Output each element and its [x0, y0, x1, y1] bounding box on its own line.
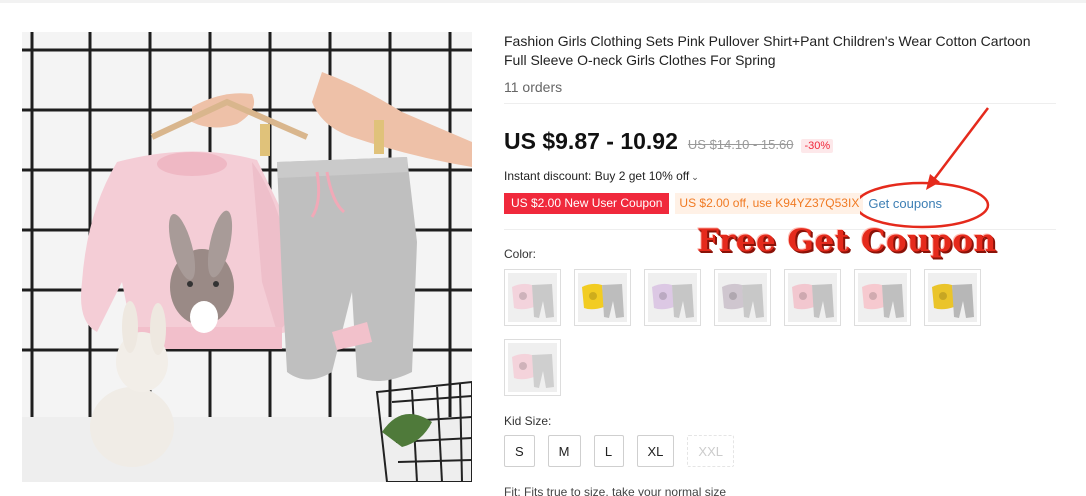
size-options: S M L XL XXL — [504, 435, 747, 467]
product-title: Fashion Girls Clothing Sets Pink Pullove… — [504, 33, 1031, 68]
price-row: US $9.87 - 10.92 US $14.10 - 15.60 -30% — [504, 128, 834, 155]
annotation-arrow-and-circle — [860, 107, 990, 229]
color-swatch-thumbnail — [648, 273, 697, 322]
size-option-xl[interactable]: XL — [636, 435, 675, 467]
orders-count: 11 orders — [504, 79, 563, 95]
color-swatch-thumbnail — [578, 273, 627, 322]
color-swatch-gray[interactable] — [714, 269, 771, 326]
divider — [504, 103, 1056, 104]
color-swatch-yellow-bear[interactable] — [924, 269, 981, 326]
arrow-head — [926, 174, 940, 190]
chevron-down-icon: ⌄ — [691, 172, 699, 182]
free-get-coupon-annotation: Free Get Coupon — [697, 223, 997, 259]
size-option-m[interactable]: M — [547, 435, 581, 467]
color-swatch-pink-rabbit-2[interactable] — [504, 339, 561, 396]
color-swatch-purple-rabbit[interactable] — [644, 269, 701, 326]
instant-discount-text: Instant discount: Buy 2 get 10% off — [504, 169, 690, 183]
color-label: Color: — [504, 247, 537, 261]
color-swatch-thumbnail — [928, 273, 977, 322]
current-price: US $9.87 - 10.92 — [504, 128, 678, 154]
new-user-coupon[interactable]: US $2.00 New User Coupon — [504, 193, 670, 214]
product-info-panel: Fashion Girls Clothing Sets Pink Pullove… — [504, 32, 1064, 496]
top-divider — [0, 0, 1086, 3]
color-swatch-pink-bear[interactable] — [854, 269, 911, 326]
color-swatch-thumbnail — [508, 273, 557, 322]
instant-discount[interactable]: Instant discount: Buy 2 get 10% off ⌄ — [504, 169, 699, 183]
color-swatch-thumbnail — [718, 273, 767, 322]
size-option-xxl: XXL — [687, 435, 734, 467]
color-swatch-pink-rabbit[interactable] — [504, 269, 561, 326]
product-main-image[interactable] — [22, 32, 472, 482]
size-label: Kid Size: — [504, 414, 552, 428]
color-swatch-yellow-cat[interactable] — [574, 269, 631, 326]
color-swatch-thumbnail — [508, 343, 557, 392]
color-swatch-thumbnail — [858, 273, 907, 322]
arrow-line — [931, 107, 989, 183]
fit-note: Fit: Fits true to size, take your normal… — [504, 485, 727, 496]
size-option-l[interactable]: L — [593, 435, 624, 467]
product-photo-illustration — [22, 32, 472, 482]
original-price: US $14.10 - 15.60 — [687, 137, 794, 152]
size-option-s[interactable]: S — [504, 435, 535, 467]
discount-badge: -30% — [801, 139, 834, 153]
coupon-code-offer[interactable]: US $2.00 off, use K94YZ37Q53IX — [675, 193, 864, 214]
get-coupons-link[interactable]: Get coupons — [868, 196, 942, 211]
color-swatch-pink-plain[interactable] — [784, 269, 841, 326]
color-swatch-thumbnail — [788, 273, 837, 322]
coupon-row: US $2.00 New User Coupon US $2.00 off, u… — [504, 193, 942, 214]
